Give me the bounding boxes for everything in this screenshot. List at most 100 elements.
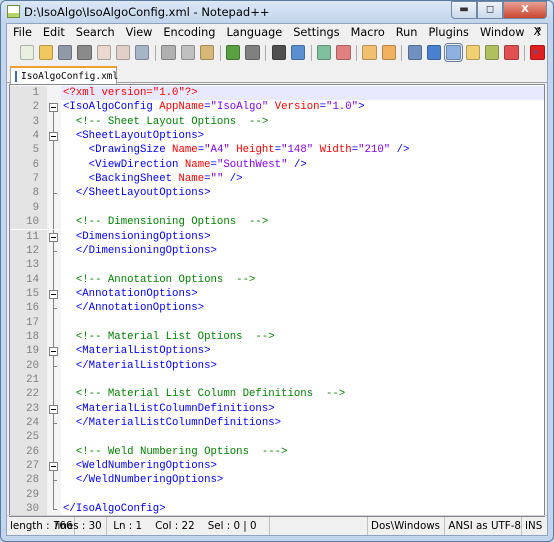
- code-editor[interactable]: 1 <?xml version="1.0"?> 2 <IsoAlgoConfig Ap…: [9, 84, 545, 517]
- undo-icon[interactable]: [226, 45, 241, 60]
- line-number: 24: [10, 416, 47, 431]
- toolbar-overflow-icon[interactable]: »: [533, 47, 539, 58]
- fold-collapse-icon[interactable]: [49, 289, 58, 299]
- code-line[interactable]: 20 </MaterialListOptions>: [10, 358, 544, 373]
- menu-settings[interactable]: Settings: [287, 26, 344, 39]
- line-number: 9: [10, 200, 47, 216]
- code-line[interactable]: 25: [10, 430, 544, 445]
- code-line[interactable]: 2 <IsoAlgoConfig AppName="IsoAlgo" Versio…: [10, 100, 544, 115]
- title-bar[interactable]: D:\IsoAlgo\IsoAlgoConfig.xml - Notepad++…: [1, 1, 553, 22]
- pdf-icon[interactable]: [504, 45, 519, 60]
- code-line[interactable]: 16 </AnnotationOptions>: [10, 301, 544, 316]
- save-all-icon[interactable]: [77, 45, 92, 60]
- code-line[interactable]: 12 </DimensioningOptions>: [10, 243, 544, 259]
- menu-search[interactable]: Search: [70, 26, 120, 39]
- close-window-button[interactable]: X: [503, 1, 547, 19]
- zoom-out-icon[interactable]: [336, 45, 351, 60]
- maximize-button[interactable]: ◻: [477, 1, 503, 19]
- code-line[interactable]: 1 <?xml version="1.0"?>: [10, 86, 544, 101]
- code-line[interactable]: 6 <ViewDirection Name="SouthWest" />: [10, 157, 544, 173]
- code-line[interactable]: 21: [10, 373, 544, 388]
- sync-horizontal-icon[interactable]: [381, 45, 396, 60]
- code-line[interactable]: 8 </SheetLayoutOptions>: [10, 186, 544, 201]
- fold-margin: [47, 373, 61, 388]
- code-text: <WeldNumberingOptions>: [63, 459, 217, 473]
- fold-collapse-icon[interactable]: [49, 347, 58, 357]
- line-number: 22: [10, 387, 47, 402]
- save-icon[interactable]: [58, 45, 73, 60]
- cut-icon[interactable]: [161, 45, 176, 60]
- fold-collapse-icon[interactable]: [49, 462, 58, 472]
- code-line[interactable]: 5 <DrawingSize Name="A4" Height="148" Wi…: [10, 143, 544, 158]
- fold-margin: [47, 229, 61, 244]
- xml-tag-token: <DimensioningOptions>: [75, 230, 211, 243]
- code-line[interactable]: 3 <!-- Sheet Layout Options -->: [10, 114, 544, 130]
- code-line[interactable]: 23 <MaterialListColumnDefinitions>: [10, 401, 544, 417]
- find-icon[interactable]: [271, 45, 286, 60]
- xml-txt-token: [63, 460, 76, 472]
- menu-file[interactable]: File: [7, 26, 37, 39]
- xml-attr-token: version: [101, 87, 147, 99]
- word-wrap-icon[interactable]: [407, 45, 423, 60]
- user-language-icon[interactable]: [465, 45, 480, 60]
- code-line[interactable]: 4 <SheetLayoutOptions>: [10, 129, 544, 144]
- code-line[interactable]: 9: [10, 200, 544, 216]
- code-text: </MaterialListOptions>: [63, 359, 217, 373]
- indent-guide-icon[interactable]: [444, 43, 463, 62]
- code-line[interactable]: 14 <!-- Annotation Options -->: [10, 272, 544, 287]
- code-line[interactable]: 26 <!-- Weld Numbering Options --->: [10, 444, 544, 460]
- menu-encoding[interactable]: Encoding: [157, 26, 220, 39]
- menu-edit[interactable]: Edit: [37, 26, 70, 39]
- code-line[interactable]: 19 <MaterialListOptions>: [10, 344, 544, 359]
- close-document-button[interactable]: X: [533, 25, 541, 38]
- code-line[interactable]: 7 <BackingSheet Name="" />: [10, 172, 544, 187]
- paste-icon[interactable]: [199, 45, 215, 60]
- sync-vertical-icon[interactable]: [362, 45, 377, 60]
- line-number: 2: [10, 100, 47, 115]
- menu-language[interactable]: Language: [220, 26, 287, 39]
- code-line[interactable]: 10 <!-- Dimensioning Options -->: [10, 215, 544, 230]
- code-text: <!-- Annotation Options -->: [63, 273, 256, 287]
- code-line[interactable]: 27 <WeldNumberingOptions>: [10, 459, 544, 474]
- status-position: Ln : 1 Col : 22 Sel : 0 | 0: [107, 516, 271, 535]
- code-line[interactable]: 24 </MaterialListColumnDefinitions>: [10, 416, 544, 431]
- code-line[interactable]: 17: [10, 315, 544, 330]
- xml-txt-token: [63, 345, 76, 357]
- fold-collapse-icon[interactable]: [49, 404, 58, 414]
- new-file-icon[interactable]: [19, 45, 34, 60]
- notepad-app-icon[interactable]: [7, 5, 20, 18]
- menu-window[interactable]: Window: [474, 26, 530, 39]
- fold-collapse-icon[interactable]: [49, 132, 58, 142]
- code-line[interactable]: 28 </WeldNumberingOptions>: [10, 473, 544, 488]
- close-icon[interactable]: [96, 45, 111, 60]
- code-line[interactable]: 13: [10, 258, 544, 273]
- minimize-button[interactable]: ▬: [451, 1, 477, 19]
- tab-isoalgoconfig[interactable]: IsoAlgoConfig.xml: [10, 66, 118, 84]
- menu-run[interactable]: Run: [390, 26, 423, 39]
- line-number: 27: [10, 459, 47, 474]
- menu-plugins[interactable]: Plugins: [422, 26, 473, 39]
- xml-txt-token: [63, 173, 89, 185]
- code-line[interactable]: 18 <!-- Material List Options -->: [10, 329, 544, 345]
- code-text: <?xml version="1.0"?>: [63, 86, 198, 100]
- code-line[interactable]: 29: [10, 487, 544, 503]
- xml-txt-token: [63, 446, 76, 458]
- function-list-icon[interactable]: [484, 45, 500, 60]
- code-line[interactable]: 15 <AnnotationOptions>: [10, 286, 544, 302]
- code-line[interactable]: 11 <DimensioningOptions>: [10, 229, 544, 244]
- fold-collapse-icon[interactable]: [49, 232, 58, 242]
- print-icon[interactable]: [135, 45, 150, 60]
- show-all-chars-icon[interactable]: [427, 45, 442, 60]
- zoom-in-icon[interactable]: [316, 45, 332, 60]
- code-line[interactable]: 22 <!-- Material List Column Definitions…: [10, 387, 544, 402]
- menu-macro[interactable]: Macro: [345, 26, 390, 39]
- open-file-icon[interactable]: [38, 45, 54, 60]
- fold-collapse-icon[interactable]: [49, 103, 58, 113]
- close-all-icon[interactable]: [115, 45, 131, 60]
- replace-icon[interactable]: [290, 45, 306, 60]
- menu-view[interactable]: View: [120, 26, 158, 39]
- copy-icon[interactable]: [180, 45, 195, 60]
- xml-tag-token: </SheetLayoutOptions>: [75, 187, 211, 200]
- xml-txt-token: [63, 403, 76, 415]
- redo-icon[interactable]: [245, 45, 260, 60]
